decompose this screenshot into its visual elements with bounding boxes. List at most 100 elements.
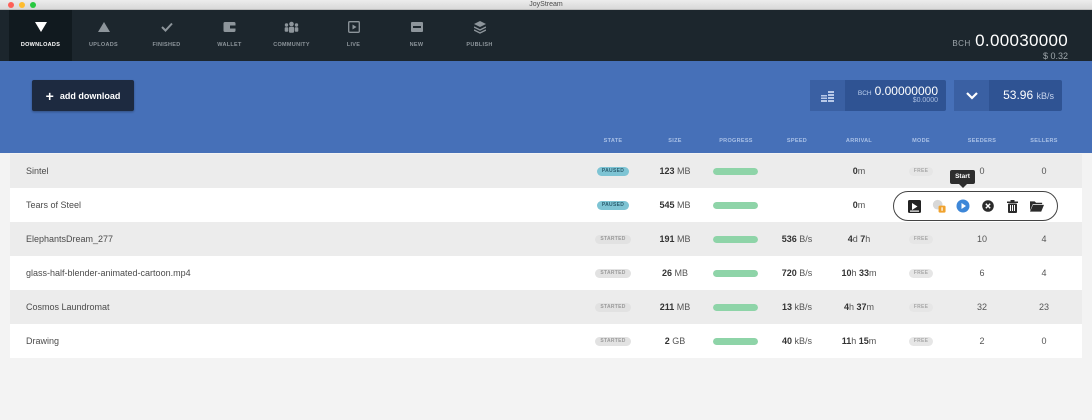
nav-publish[interactable]: PUBLISH (448, 10, 511, 61)
speed-unit: B/s (796, 268, 813, 278)
community-icon (260, 20, 323, 34)
speed-cell: 13 kB/s (772, 290, 822, 324)
nav-community[interactable]: COMMUNITY (260, 10, 323, 61)
arrival-a-unit: m (857, 200, 866, 210)
seeders-cell: 10 (976, 234, 987, 244)
seeders-cell: 6 (979, 268, 985, 278)
table-row[interactable]: Drawing STARTED 2 GB 40 kB/s 11h 15m FREE 2 0 (10, 324, 1082, 358)
column-header-mode[interactable]: MODE (901, 138, 941, 144)
column-header-progress[interactable]: PROGRESS (711, 138, 761, 144)
column-header-speed[interactable]: SPEED (777, 138, 817, 144)
state-badge: PAUSED (596, 201, 630, 211)
play-circle-icon[interactable] (956, 199, 970, 213)
sellers-cell: 23 (1038, 302, 1049, 312)
mode-cell: FREE (901, 324, 941, 358)
progress-fill (713, 338, 758, 345)
size-unit: MB (674, 200, 691, 210)
nav-label: WALLET (217, 42, 242, 48)
speed-unit: kB/s (792, 302, 813, 312)
nav-downloads[interactable]: DOWNLOADS (9, 10, 72, 61)
state-badge: STARTED (595, 337, 631, 347)
remove-circle-icon[interactable] (981, 199, 995, 213)
arrival-a: 10 (841, 268, 852, 278)
window-title: JoyStream (529, 1, 563, 8)
add-download-label: add download (59, 90, 121, 101)
mode-cell: FREE (901, 154, 941, 188)
progress-bar (713, 304, 758, 311)
wallet-usd: $0.0000 (912, 97, 938, 104)
sellers-cell: 4 (1041, 268, 1047, 278)
wallet-icon (198, 20, 261, 34)
column-header-seeders[interactable]: SEEDERS (962, 138, 1002, 144)
play-stream-icon[interactable] (907, 199, 921, 213)
column-header-arrival[interactable]: ARRIVAL (839, 138, 879, 144)
add-download-button[interactable]: + add download (32, 80, 134, 111)
nav-label: UPLOADS (89, 42, 118, 48)
table-row[interactable]: Cosmos Laundromat STARTED 211 MB 13 kB/s 4h … (10, 290, 1082, 324)
progress-bar (713, 236, 758, 243)
table-row[interactable]: Sintel PAUSED 123 MB 0m FREE 0 0 (10, 154, 1082, 188)
size-value: 545 (659, 200, 675, 210)
table-row[interactable]: glass-half-blender-animated-cartoon.mp4 S… (10, 256, 1082, 290)
arrival-b: 15 (858, 336, 869, 346)
column-header-sellers[interactable]: SELLERS (1024, 138, 1064, 144)
balance-currency: BCH (952, 39, 971, 48)
mode-badge: FREE (908, 303, 934, 313)
arrival-b-unit: h (865, 234, 871, 244)
folder-open-icon[interactable] (1029, 199, 1044, 213)
nav-new[interactable]: NEW (385, 10, 448, 61)
download-name: Drawing (26, 336, 60, 346)
column-header-state[interactable]: STATE (593, 138, 633, 144)
speed-unit: kB/s (1036, 91, 1054, 101)
download-name: glass-half-blender-animated-cartoon.mp4 (26, 268, 191, 278)
state-badge: STARTED (595, 269, 631, 279)
sellers-cell: 0 (1041, 336, 1047, 346)
window-titlebar: JoyStream (0, 0, 1092, 10)
coin-lock-icon[interactable] (932, 199, 946, 213)
size-cell: 545 MB (650, 188, 700, 222)
speed-value: 40 (781, 336, 792, 346)
state-badge: STARTED (595, 303, 631, 313)
size-cell: 211 MB (650, 290, 700, 324)
trash-icon[interactable] (1005, 199, 1019, 213)
speed-value: 536 (781, 234, 797, 244)
seeders-cell: 2 (979, 336, 985, 346)
speed-unit: B/s (796, 234, 813, 244)
state-cell: PAUSED (593, 188, 633, 222)
sellers-cell: 0 (1041, 166, 1047, 176)
arrival-b: 33 (859, 268, 870, 278)
download-name: Sintel (26, 166, 49, 176)
row-action-bar (893, 191, 1058, 221)
column-header-size[interactable]: SIZE (655, 138, 695, 144)
arrival-cell: 4h 37m (830, 290, 888, 324)
mode-badge: FREE (908, 235, 934, 245)
nav-label: LIVE (346, 42, 361, 48)
triangle-up-icon (72, 20, 135, 34)
coins-icon (810, 80, 845, 111)
mode-cell: FREE (901, 290, 941, 324)
state-cell: STARTED (593, 222, 633, 256)
nav-uploads[interactable]: UPLOADS (72, 10, 135, 61)
chevron-down-icon (954, 80, 989, 111)
progress-fill (713, 270, 758, 277)
progress-fill (713, 168, 758, 175)
nav-label: NEW (409, 42, 424, 48)
toolbar-band: + add download BCH 0.00000000 $0.0000 53.… (0, 61, 1092, 153)
nav-wallet[interactable]: WALLET (198, 10, 261, 61)
progress-bar (713, 270, 758, 277)
nav-finished[interactable]: FINISHED (135, 10, 198, 61)
size-unit: MB (674, 302, 691, 312)
speed-cell: 720 B/s (772, 256, 822, 290)
size-unit: GB (669, 336, 686, 346)
new-icon (385, 20, 448, 34)
plus-icon: + (45, 87, 54, 104)
layers-icon (448, 20, 511, 34)
state-cell: STARTED (593, 290, 633, 324)
table-row[interactable]: ElephantsDream_277 STARTED 191 MB 536 B/s 4d… (10, 222, 1082, 256)
nav-label: DOWNLOADS (20, 42, 61, 48)
balance-amount: 0.00030000 (975, 31, 1068, 50)
mode-badge: FREE (908, 337, 934, 347)
nav-live[interactable]: LIVE (322, 10, 385, 61)
state-cell: PAUSED (593, 154, 633, 188)
mode-badge: FREE (908, 167, 934, 177)
